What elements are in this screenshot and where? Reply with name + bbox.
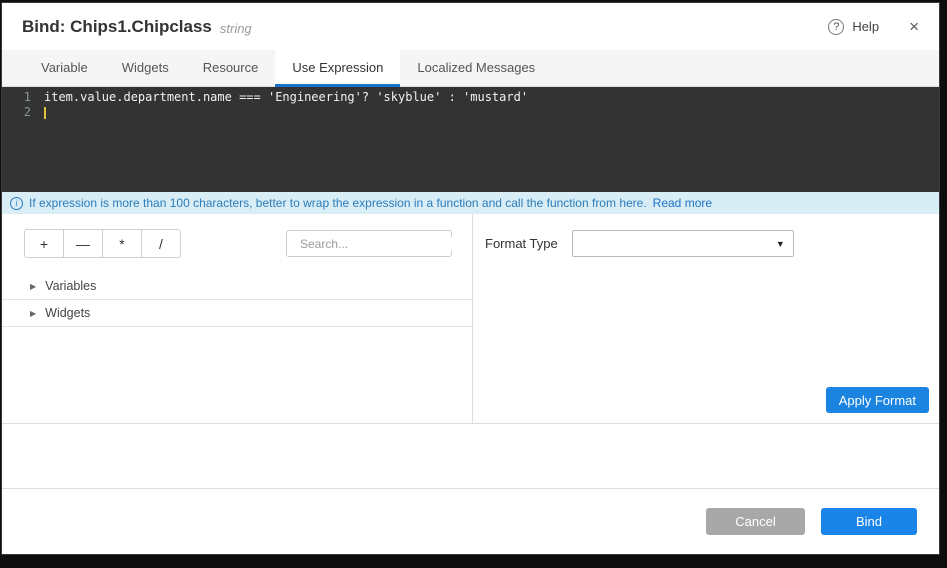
binding-type-label: string [220,21,252,36]
format-type-select[interactable]: ▼ [572,230,794,257]
tree-item-variables[interactable]: ▶ Variables [2,273,472,300]
help-icon[interactable]: ? [828,19,844,35]
line-number-gutter: 1 2 [2,90,40,192]
read-more-link[interactable]: Read more [653,196,712,210]
tab-use-expression[interactable]: Use Expression [275,50,400,87]
header-actions: ? Help × [828,19,919,35]
search-box[interactable] [286,230,452,257]
chevron-right-icon: ▶ [30,309,36,318]
tab-resource[interactable]: Resource [186,50,276,87]
main-area: + — * / ▶ Variables [2,214,939,424]
dialog-title: Bind: Chips1.Chipclass [22,17,212,37]
text-cursor [44,107,46,119]
search-input[interactable] [300,237,455,251]
minus-operator-button[interactable]: — [63,229,103,258]
format-type-label: Format Type [485,236,558,251]
code-area[interactable]: item.value.department.name === 'Engineer… [40,90,939,192]
line-number: 1 [2,90,31,105]
screen: Bind: Chips1.Chipclass string ? Help × V… [0,0,947,568]
bind-dialog: Bind: Chips1.Chipclass string ? Help × V… [1,2,940,555]
tree-item-label: Variables [45,279,96,293]
apply-format-button[interactable]: Apply Format [826,387,929,413]
close-icon[interactable]: × [909,19,919,35]
chevron-down-icon: ▼ [776,239,785,249]
tab-widgets[interactable]: Widgets [105,50,186,87]
tree-item-label: Widgets [45,306,90,320]
tree-item-widgets[interactable]: ▶ Widgets [2,300,472,327]
code-line-1: item.value.department.name === 'Engineer… [44,90,939,105]
cancel-button[interactable]: Cancel [706,508,805,535]
tab-variable[interactable]: Variable [24,50,105,87]
tab-bar: Variable Widgets Resource Use Expression… [2,50,939,87]
dialog-footer: Cancel Bind [2,489,939,554]
code-line-2 [44,105,939,120]
format-type-row: Format Type ▼ [485,230,927,257]
operator-button-group: + — * / [24,229,181,258]
info-icon: i [10,197,23,210]
format-panel: Format Type ▼ Apply Format [473,214,939,423]
toolbar-row: + — * / [24,229,452,258]
line-number: 2 [2,105,31,120]
help-link[interactable]: Help [852,19,879,34]
info-bar: i If expression is more than 100 charact… [2,192,939,214]
empty-band [2,424,939,489]
expression-builder-panel: + — * / ▶ Variables [2,214,473,423]
expression-editor[interactable]: 1 2 item.value.department.name === 'Engi… [2,87,939,192]
bind-button[interactable]: Bind [821,508,917,535]
tab-localized-messages[interactable]: Localized Messages [400,50,552,87]
divide-operator-button[interactable]: / [141,229,181,258]
info-text: If expression is more than 100 character… [29,196,647,210]
dialog-header: Bind: Chips1.Chipclass string ? Help × [2,3,939,50]
multiply-operator-button[interactable]: * [102,229,142,258]
plus-operator-button[interactable]: + [24,229,64,258]
bindings-tree: ▶ Variables ▶ Widgets [2,273,472,327]
chevron-right-icon: ▶ [30,282,36,291]
